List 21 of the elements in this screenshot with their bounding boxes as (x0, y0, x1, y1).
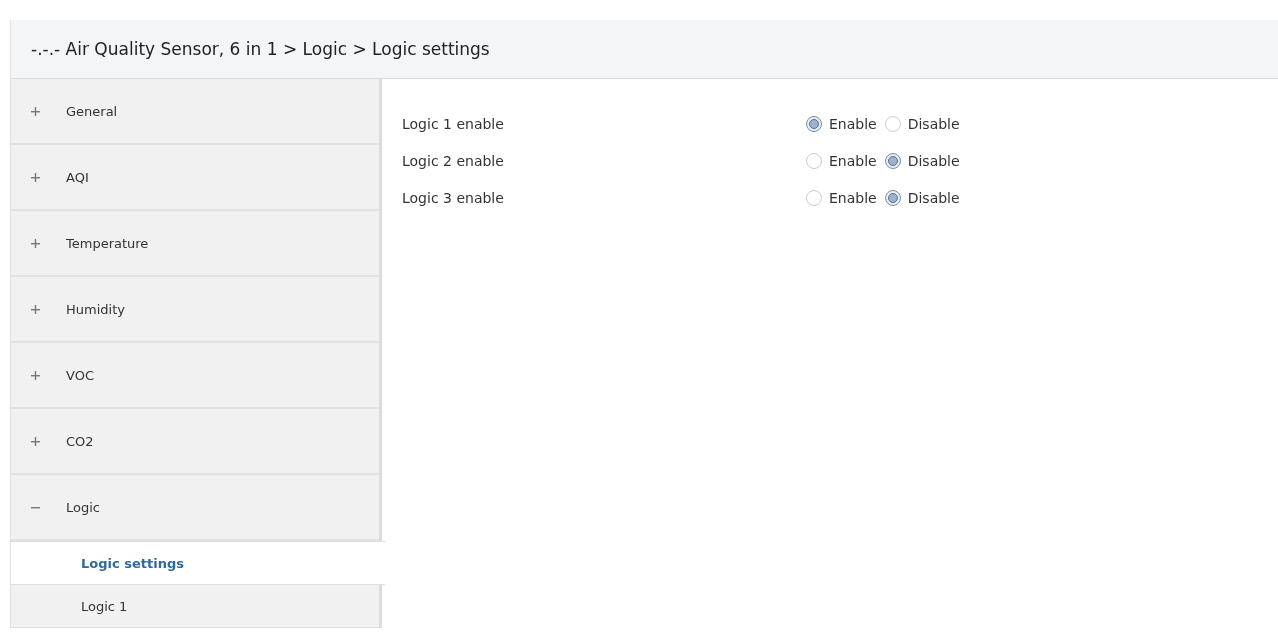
radio-option[interactable]: Disable (884, 152, 960, 169)
sidebar-item[interactable]: AQI (11, 145, 379, 211)
sidebar-item[interactable]: VOC (11, 343, 379, 409)
radio-option[interactable]: Enable (806, 115, 877, 132)
radio-option[interactable]: Enable (806, 189, 877, 206)
radio-button[interactable] (884, 152, 901, 169)
setting-label: Logic 1 enable (402, 115, 505, 132)
radio-option[interactable]: Enable (806, 152, 877, 169)
breadcrumb-title: -.-.- Air Quality Sensor, 6 in 1 > Logic > Logic settings (31, 39, 490, 59)
sidebar-item[interactable]: Humidity (11, 277, 379, 343)
sidebar-subitem[interactable]: Logic 1 (11, 585, 379, 628)
sidebar-item[interactable]: General (11, 79, 379, 145)
sidebar-item[interactable]: Temperature (11, 211, 379, 277)
setting-label: Logic 3 enable (402, 189, 505, 206)
radio-option[interactable]: Disable (884, 189, 960, 206)
sidebar-item[interactable]: CO2 (11, 409, 379, 475)
radio-button[interactable] (806, 115, 822, 132)
radio-option[interactable]: Disable (884, 115, 960, 132)
sidebar-subitem[interactable]: Logic settings (11, 541, 385, 585)
setting-label: Logic 2 enable (402, 152, 505, 169)
radio-button[interactable] (884, 189, 901, 206)
